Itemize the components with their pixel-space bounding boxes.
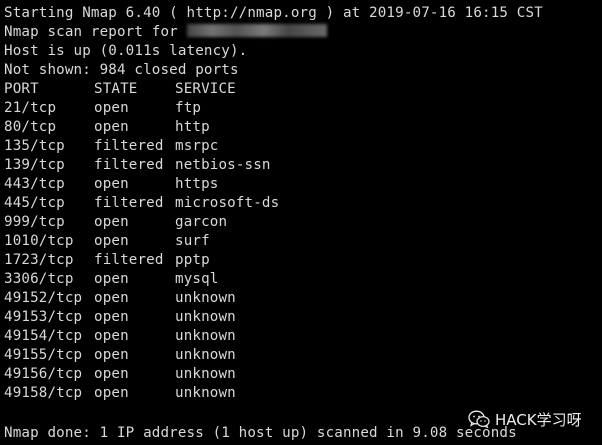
service-column-header: SERVICE — [175, 81, 236, 97]
service-cell: unknown — [175, 385, 236, 401]
nmap-start-line: Starting Nmap 6.40 ( http://nmap.org ) a… — [4, 5, 543, 21]
service-cell: mysql — [175, 271, 219, 287]
table-row: 443/tcp open https — [4, 175, 218, 194]
service-cell: pptp — [175, 252, 210, 268]
state-cell: open — [94, 385, 129, 401]
port-cell: 49152/tcp — [4, 290, 83, 306]
port-cell: 443/tcp — [4, 176, 65, 192]
table-row: 49154/tcp open unknown — [4, 327, 236, 346]
port-cell: 999/tcp — [4, 214, 65, 230]
table-row: 80/tcp open http — [4, 118, 210, 137]
port-cell: 139/tcp — [4, 157, 65, 173]
service-cell: https — [175, 176, 219, 192]
not-shown-line: Not shown: 984 closed ports — [4, 62, 239, 78]
port-cell: 1010/tcp — [4, 233, 74, 249]
service-cell: unknown — [175, 290, 236, 306]
port-cell: 49155/tcp — [4, 347, 83, 363]
state-cell: filtered — [94, 157, 164, 173]
table-row: 1723/tcp filtered pptp — [4, 251, 210, 270]
table-row: 3306/tcp open mysql — [4, 270, 218, 289]
state-cell: open — [94, 290, 129, 306]
state-cell: open — [94, 347, 129, 363]
state-cell: open — [94, 309, 129, 325]
table-row: 49153/tcp open unknown — [4, 308, 236, 327]
port-column-header: PORT — [4, 81, 39, 97]
service-cell: unknown — [175, 309, 236, 325]
port-cell: 135/tcp — [4, 138, 65, 154]
port-cell: 49154/tcp — [4, 328, 83, 344]
port-cell: 1723/tcp — [4, 252, 74, 268]
port-table-header: PORT STATE SERVICE — [4, 80, 236, 99]
port-cell: 21/tcp — [4, 100, 57, 116]
state-cell: open — [94, 233, 129, 249]
table-row: 135/tcp filtered msrpc — [4, 137, 218, 156]
state-cell: filtered — [94, 195, 164, 211]
table-row: 139/tcp filtered netbios-ssn — [4, 156, 271, 175]
state-cell: filtered — [94, 252, 164, 268]
scan-report-prefix: Nmap scan report for — [4, 24, 187, 40]
table-row: 49152/tcp open unknown — [4, 289, 236, 308]
port-cell: 445/tcp — [4, 195, 65, 211]
state-cell: open — [94, 119, 129, 135]
scan-report-line: Nmap scan report for — [4, 23, 327, 42]
service-cell: netbios-ssn — [175, 157, 271, 173]
state-cell: open — [94, 100, 129, 116]
state-cell: open — [94, 214, 129, 230]
service-cell: garcon — [175, 214, 228, 230]
table-row: 49156/tcp open unknown — [4, 365, 236, 384]
port-cell: 3306/tcp — [4, 271, 74, 287]
wechat-icon — [468, 410, 490, 428]
port-cell: 49158/tcp — [4, 385, 83, 401]
port-cell: 49156/tcp — [4, 366, 83, 382]
service-cell: msrpc — [175, 138, 219, 154]
state-cell: open — [94, 366, 129, 382]
watermark-text: HACK学习呀 — [495, 410, 582, 429]
state-cell: open — [94, 271, 129, 287]
service-cell: surf — [175, 233, 210, 249]
state-column-header: STATE — [94, 81, 138, 97]
service-cell: unknown — [175, 347, 236, 363]
table-row: 49158/tcp open unknown — [4, 384, 236, 403]
state-cell: filtered — [94, 138, 164, 154]
state-cell: open — [94, 176, 129, 192]
terminal-window: Starting Nmap 6.40 ( http://nmap.org ) a… — [0, 0, 602, 445]
service-cell: microsoft-ds — [175, 195, 280, 211]
redacted-ip-address — [186, 24, 327, 37]
table-row: 445/tcp filtered microsoft-ds — [4, 194, 279, 213]
port-cell: 80/tcp — [4, 119, 57, 135]
service-cell: http — [175, 119, 210, 135]
service-cell: ftp — [175, 100, 202, 116]
table-row: 21/tcp open ftp — [4, 99, 201, 118]
table-row: 999/tcp open garcon — [4, 213, 227, 232]
watermark: HACK学习呀 — [468, 408, 582, 430]
nmap-done-line: Nmap done: 1 IP address (1 host up) scan… — [4, 425, 517, 441]
host-status-line: Host is up (0.011s latency). — [4, 43, 248, 59]
table-row: 49155/tcp open unknown — [4, 346, 236, 365]
service-cell: unknown — [175, 366, 236, 382]
state-cell: open — [94, 328, 129, 344]
service-cell: unknown — [175, 328, 236, 344]
port-cell: 49153/tcp — [4, 309, 83, 325]
table-row: 1010/tcp open surf — [4, 232, 210, 251]
